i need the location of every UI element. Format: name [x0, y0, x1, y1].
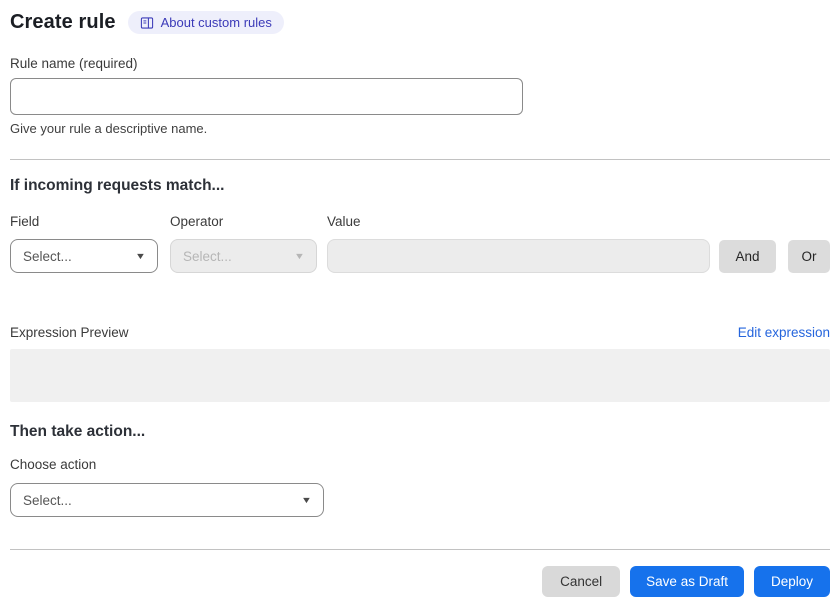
rule-name-input[interactable]	[10, 78, 523, 115]
rule-name-label: Rule name (required)	[10, 56, 138, 71]
book-icon	[140, 16, 154, 30]
chevron-down-icon: ▼	[293, 251, 306, 261]
chevron-down-icon: ▼	[134, 251, 147, 261]
choose-action-select-value: Select...	[23, 492, 72, 508]
about-custom-rules-label: About custom rules	[160, 15, 272, 30]
operator-select-value: Select...	[183, 248, 232, 264]
match-section-heading: If incoming requests match...	[10, 177, 225, 194]
rule-name-helper-text: Give your rule a descriptive name.	[10, 121, 208, 136]
footer-actions: Cancel Save as Draft Deploy	[10, 566, 830, 597]
expression-preview-row: Expression Preview Edit expression	[10, 325, 830, 340]
action-section-heading: Then take action...	[10, 423, 146, 440]
match-column-labels: Field Operator Value	[10, 214, 830, 229]
match-controls-row: Select... ▼ Select... ▼ And Or	[10, 239, 830, 273]
choose-action-label: Choose action	[10, 457, 97, 472]
deploy-button[interactable]: Deploy	[753, 566, 830, 597]
section-divider-bottom	[10, 549, 830, 550]
expression-preview-box	[10, 349, 830, 402]
about-custom-rules-link[interactable]: About custom rules	[127, 11, 284, 34]
choose-action-select[interactable]: Select... ▼	[10, 483, 324, 517]
section-divider-top	[10, 159, 830, 160]
edit-expression-link[interactable]: Edit expression	[738, 325, 830, 340]
page-title: Create rule	[10, 11, 116, 33]
field-select[interactable]: Select... ▼	[10, 239, 158, 273]
value-input	[327, 239, 710, 273]
value-column-label: Value	[327, 214, 361, 229]
or-button[interactable]: Or	[788, 239, 830, 273]
expression-preview-label: Expression Preview	[10, 325, 129, 340]
create-rule-page: Create rule About custom rules Rule name…	[0, 0, 839, 597]
save-as-draft-button[interactable]: Save as Draft	[630, 566, 744, 597]
cancel-button[interactable]: Cancel	[542, 566, 621, 597]
and-button[interactable]: And	[719, 239, 776, 273]
page-header: Create rule About custom rules	[10, 11, 830, 34]
chevron-down-icon: ▼	[300, 495, 313, 505]
field-column-label: Field	[10, 214, 40, 229]
operator-select: Select... ▼	[170, 239, 317, 273]
field-select-value: Select...	[23, 248, 72, 264]
operator-column-label: Operator	[170, 214, 224, 229]
